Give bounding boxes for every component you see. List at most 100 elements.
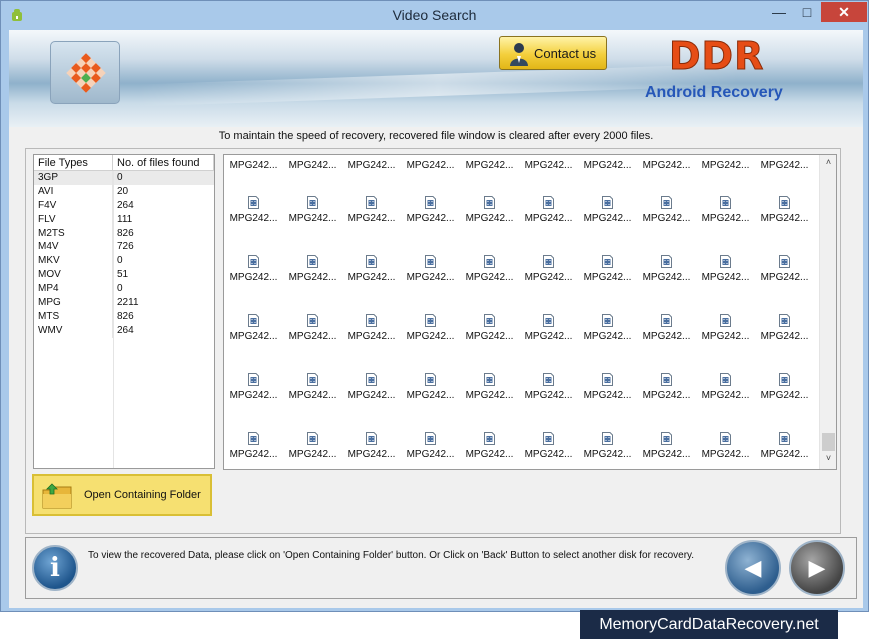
recovered-file-item[interactable]: MPG242... [401,255,460,287]
recovered-file-item[interactable]: MPG242... [519,314,578,346]
recovered-file-item[interactable]: MPG242... [519,155,578,175]
file-type-row[interactable]: AVI 20 [34,184,214,199]
recovered-file-item[interactable]: MPG242... [283,255,342,287]
recovered-file-item[interactable]: MPG242... [283,432,342,464]
recovered-file-item[interactable]: MPG242... [342,432,401,464]
recovered-file-item[interactable]: MPG242... [401,432,460,464]
scroll-down-arrow-icon[interactable]: ˅ [820,453,836,467]
recovered-file-item[interactable]: MPG242... [519,196,578,228]
recovered-file-item[interactable]: MPG242... [578,196,637,228]
recovered-file-item[interactable]: MPG242... [224,373,283,405]
recovered-file-item[interactable]: MPG242... [755,196,814,228]
recovered-file-item[interactable]: MPG242... [578,314,637,346]
file-type-count: 264 [117,199,134,211]
video-file-icon [248,432,259,445]
recovered-file-item[interactable]: MPG242... [342,196,401,228]
file-type-row[interactable]: WMV 264 [34,323,214,338]
contact-us-button[interactable]: Contact us [499,36,607,70]
recovered-file-item[interactable]: MPG242... [637,314,696,346]
file-type-row[interactable]: MP4 0 [34,282,214,297]
file-type-row[interactable]: FLV 111 [34,212,214,227]
recovered-file-item[interactable]: MPG242... [578,432,637,464]
recovered-file-item[interactable]: MPG242... [755,432,814,464]
recovered-file-item[interactable]: MPG242... [755,255,814,287]
scroll-up-arrow-icon[interactable]: ˄ [820,157,836,171]
column-header-file-types[interactable]: File Types [34,155,113,170]
open-containing-folder-button[interactable]: Open Containing Folder [32,474,212,516]
file-type-row[interactable]: M4V 726 [34,240,214,255]
help-bar: i To view the recovered Data, please cli… [25,537,857,599]
brand-name: DDR [668,34,765,79]
recovered-file-name: MPG242... [465,331,514,342]
file-type-count: 726 [117,241,134,253]
back-button[interactable]: ◀ [725,540,781,596]
file-type-row[interactable]: MKV 0 [34,254,214,269]
recovered-file-item[interactable]: MPG242... [755,155,814,175]
recovered-file-item[interactable]: MPG242... [283,196,342,228]
recovered-file-item[interactable]: MPG242... [342,155,401,175]
recovered-file-item[interactable]: MPG242... [283,373,342,405]
file-type-name: WMV [34,323,113,338]
file-type-row[interactable]: MPG 2211 [34,296,214,310]
file-type-name: MP4 [34,282,113,297]
recovered-file-item[interactable]: MPG242... [342,255,401,287]
recovered-file-item[interactable]: MPG242... [578,373,637,405]
file-type-row[interactable]: MOV 51 [34,268,214,283]
file-types-list[interactable]: File Types No. of files found 3GP 0 AVI 20 F… [33,154,215,469]
next-button[interactable]: ▶ [789,540,845,596]
recovered-file-item[interactable]: MPG242... [460,314,519,346]
recovered-file-item[interactable]: MPG242... [401,373,460,405]
recovered-file-item[interactable]: MPG242... [519,373,578,405]
recovered-file-name: MPG242... [583,272,632,283]
recovered-file-item[interactable]: MPG242... [460,373,519,405]
scroll-thumb[interactable] [822,433,835,451]
recovered-file-item[interactable]: MPG242... [283,314,342,346]
recovered-file-item[interactable]: MPG242... [696,255,755,287]
recovered-file-item[interactable]: MPG242... [637,432,696,464]
recovered-file-item[interactable]: MPG242... [283,155,342,175]
file-type-row[interactable]: M2TS 826 [34,226,214,241]
recovered-file-item[interactable]: MPG242... [578,255,637,287]
recovered-file-item[interactable]: MPG242... [696,314,755,346]
video-file-icon [779,373,790,386]
recovered-file-item[interactable]: MPG242... [224,432,283,464]
recovered-file-item[interactable]: MPG242... [460,255,519,287]
file-type-row[interactable]: 3GP 0 [34,171,214,185]
recovered-file-item[interactable]: MPG242... [224,255,283,287]
column-header-files-found[interactable]: No. of files found [113,155,214,170]
recovered-file-item[interactable]: MPG242... [637,196,696,228]
recovered-file-item[interactable]: MPG242... [637,373,696,405]
recovered-file-item[interactable]: MPG242... [637,155,696,175]
recovered-file-item[interactable]: MPG242... [401,196,460,228]
recovered-file-item[interactable]: MPG242... [696,155,755,175]
recovered-file-item[interactable]: MPG242... [696,432,755,464]
recovered-file-item[interactable]: MPG242... [460,196,519,228]
recovered-file-item[interactable]: MPG242... [342,373,401,405]
recovered-file-item[interactable]: MPG242... [460,432,519,464]
recovered-file-item[interactable]: MPG242... [519,255,578,287]
recovered-file-item[interactable]: MPG242... [755,373,814,405]
file-type-row[interactable]: F4V 264 [34,198,214,213]
recovered-file-item[interactable]: MPG242... [519,432,578,464]
recovered-files-view[interactable]: MPG242... MPG242... MPG242... MPG242... MPG2… [223,154,837,470]
recovered-file-item[interactable]: MPG242... [696,196,755,228]
recovered-file-item[interactable]: MPG242... [755,314,814,346]
file-type-row[interactable]: MTS 826 [34,309,214,324]
recovered-file-item[interactable]: MPG242... [578,155,637,175]
recovered-file-item[interactable]: MPG242... [224,196,283,228]
close-button[interactable]: ✕ [821,2,867,22]
recovered-file-name: MPG242... [524,390,573,401]
recovered-file-item[interactable]: MPG242... [224,314,283,346]
recovered-file-name: MPG242... [465,449,514,460]
recovered-file-item[interactable]: MPG242... [224,155,283,175]
recovered-file-item[interactable]: MPG242... [637,255,696,287]
recovered-file-item[interactable]: MPG242... [401,314,460,346]
recovered-file-item[interactable]: MPG242... [460,155,519,175]
video-file-icon [661,314,672,327]
recovered-file-item[interactable]: MPG242... [696,373,755,405]
vertical-scrollbar[interactable]: ˄ ˅ [819,155,836,469]
recovered-file-item[interactable]: MPG242... [401,155,460,175]
maximize-button[interactable]: □ [793,2,821,22]
recovered-file-item[interactable]: MPG242... [342,314,401,346]
minimize-button[interactable]: — [765,2,793,22]
